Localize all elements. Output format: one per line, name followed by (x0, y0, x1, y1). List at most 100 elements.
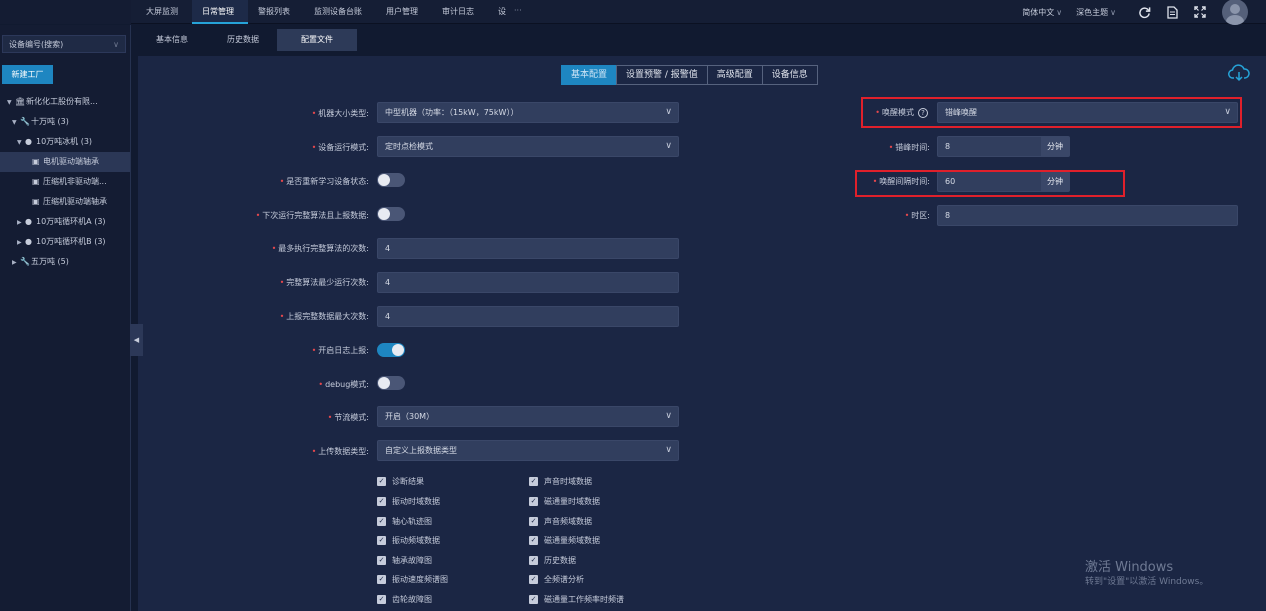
checkbox-diagnosis-result[interactable]: ✓ 诊断结果 (377, 476, 424, 487)
checkbox-axis-orbit[interactable]: ✓ 轴心轨迹图 (377, 516, 432, 527)
nav-user-management[interactable]: 用户管理 (376, 0, 432, 24)
tab-basic-info[interactable]: 基本信息 (142, 29, 202, 51)
checkbox-full-spectrum[interactable]: ✓ 全频谱分析 (529, 574, 584, 585)
theme-select[interactable]: 深色主题 ∨ (1076, 7, 1130, 18)
nav-big-screen[interactable]: 大屏监测 (136, 0, 192, 24)
theme-value: 深色主题 (1076, 7, 1109, 17)
collapse-sidebar-button[interactable]: ◀ (130, 324, 143, 356)
required-mark: • (318, 380, 324, 389)
required-mark: • (311, 447, 317, 456)
check-icon: ✓ (377, 536, 386, 545)
nav-daily-management[interactable]: 日常管理 (192, 0, 248, 24)
device-subtabs: 基本信息 历史数据 配置文件 (131, 25, 1266, 51)
checkbox-label: 声音时域数据 (544, 477, 592, 486)
tab-advanced-config[interactable]: 高级配置 (706, 65, 763, 85)
checkbox-vibration-speed-spectrum[interactable]: ✓ 振动速度频谱图 (377, 574, 448, 585)
next-run-label-text: 下次运行完整算法且上报数据: (262, 211, 369, 220)
nav-device-ledger[interactable]: 监测设备台账 (304, 0, 376, 24)
chevron-down-icon: ∨ (665, 141, 672, 151)
required-mark: • (327, 413, 333, 422)
checkbox-sound-time[interactable]: ✓ 声音时域数据 (529, 476, 592, 487)
checkbox-sound-freq[interactable]: ✓ 声音频域数据 (529, 516, 592, 527)
timezone-input[interactable]: 8 (937, 205, 1238, 226)
relearn-toggle[interactable] (377, 173, 405, 187)
nav-audit-log[interactable]: 审计日志 (432, 0, 488, 24)
tree-node-compressor-drive[interactable]: ▣ 压缩机驱动端轴承 (0, 192, 130, 212)
upload-type-select[interactable]: 自定义上报数据类型 ∨ (377, 440, 679, 461)
tree-node-compressor-nondrive[interactable]: ▣ 压缩机非驱动端... (0, 172, 130, 192)
caret-right-icon[interactable]: ▶ (17, 213, 25, 232)
checkbox-history-data[interactable]: ✓ 历史数据 (529, 555, 576, 566)
tree-node-50k-ton[interactable]: ▶ 🔧五万吨 (5) (0, 252, 130, 272)
tree-node-circulator-a[interactable]: ▶ ● 10万吨循环机A (3) (0, 212, 130, 232)
log-upload-toggle[interactable] (377, 343, 405, 357)
nav-alarm-list[interactable]: 警报列表 (248, 0, 304, 24)
sensor-icon: ▣ (32, 197, 40, 206)
upload-type-label: • 上传数据类型: (312, 446, 369, 457)
relearn-label: • 是否重新学习设备状态: (280, 176, 369, 187)
tree-node-motor-drive-bearing[interactable]: ▣ 电机驱动端轴承 (0, 152, 130, 172)
checkbox-bearing-fault[interactable]: ✓ 轴承故障图 (377, 555, 432, 566)
next-run-toggle[interactable] (377, 207, 405, 221)
tree-node-label: 10万吨循环机A (3) (36, 217, 106, 226)
max-exec-label: • 最多执行完整算法的次数: (272, 243, 369, 254)
tab-device-info[interactable]: 设备信息 (761, 65, 818, 85)
caret-down-icon[interactable]: ▼ (17, 133, 25, 152)
power-save-select[interactable]: 开启（30M） ∨ (377, 406, 679, 427)
highlight-box-wake-mode (861, 97, 1242, 128)
checkbox-label: 轴心轨迹图 (392, 517, 432, 526)
cloud-download-icon[interactable] (1228, 64, 1250, 82)
checkbox-label: 声音频域数据 (544, 517, 592, 526)
required-mark: • (279, 177, 285, 186)
caret-down-icon[interactable]: ▼ (7, 93, 15, 112)
tab-config-file[interactable]: 配置文件 (277, 29, 357, 51)
new-factory-button[interactable]: 新建工厂 (2, 65, 53, 84)
tree-node-company[interactable]: ▼ 🏛新化化工股份有限... (0, 92, 130, 112)
tree-node-100k-ton[interactable]: ▼ 🔧十万吨 (3) (0, 112, 130, 132)
tab-alarm-values[interactable]: 设置预警 / 报警值 (616, 65, 708, 85)
user-avatar[interactable] (1222, 0, 1248, 25)
max-exec-input[interactable]: 4 (377, 238, 679, 259)
checkbox-gear-fault[interactable]: ✓ 齿轮故障图 (377, 594, 432, 605)
log-upload-label: • 开启日志上报: (312, 345, 369, 356)
checkbox-vibration-time[interactable]: ✓ 振动时域数据 (377, 496, 440, 507)
device-group-icon: ● (25, 237, 32, 246)
language-select[interactable]: 简体中文 ∨ (1022, 7, 1076, 18)
check-icon: ✓ (529, 575, 538, 584)
config-tabs: 基本配置 设置预警 / 报警值 高级配置 设备信息 (561, 65, 818, 85)
power-save-label-text: 节流模式: (334, 413, 369, 422)
peak-time-value: 8 (945, 142, 951, 151)
fullscreen-icon[interactable] (1186, 0, 1214, 24)
wrench-icon: 🔧 (20, 257, 30, 266)
debug-toggle[interactable] (377, 376, 405, 390)
tree-node-circulator-b[interactable]: ▶ ● 10万吨循环机B (3) (0, 232, 130, 252)
run-mode-select[interactable]: 定时点检模式 ∨ (377, 136, 679, 157)
checkbox-flux-work-freq[interactable]: ✓ 磁通量工作频率时频谱 (529, 594, 624, 605)
max-upload-input[interactable]: 4 (377, 306, 679, 327)
nav-more-button[interactable]: ··· (508, 0, 528, 24)
caret-right-icon[interactable]: ▶ (17, 233, 25, 252)
peak-time-unit: 分钟 (1041, 137, 1069, 156)
min-run-input[interactable]: 4 (377, 272, 679, 293)
checkbox-vibration-freq[interactable]: ✓ 振动频域数据 (377, 535, 440, 546)
nav-settings-truncated[interactable]: 设 (488, 0, 508, 24)
tree-node-ice-machine[interactable]: ▼ ● 10万吨冰机 (3) (0, 132, 130, 152)
check-icon: ✓ (377, 477, 386, 486)
run-mode-label: • 设备运行模式: (312, 142, 369, 153)
tab-history-data[interactable]: 历史数据 (213, 29, 273, 51)
upload-type-label-text: 上传数据类型: (318, 447, 369, 456)
caret-right-icon[interactable]: ▶ (12, 253, 20, 272)
peak-time-input[interactable]: 8 分钟 (937, 136, 1070, 157)
tab-basic-config[interactable]: 基本配置 (561, 65, 618, 85)
device-search-select[interactable]: 设备编号(搜索) ∨ (2, 35, 126, 53)
machine-size-select[interactable]: 中型机器（功率：（15kW，75kW）） ∨ (377, 102, 679, 123)
checkbox-flux-time[interactable]: ✓ 磁通量时域数据 (529, 496, 600, 507)
required-mark: • (271, 244, 277, 253)
caret-down-icon[interactable]: ▼ (12, 113, 20, 132)
document-icon[interactable] (1158, 0, 1186, 24)
upload-type-value: 自定义上报数据类型 (385, 446, 457, 455)
refresh-icon[interactable] (1130, 0, 1158, 24)
tree-node-label: 新化化工股份有限... (26, 97, 98, 106)
check-icon: ✓ (529, 536, 538, 545)
checkbox-flux-freq[interactable]: ✓ 磁通量频域数据 (529, 535, 600, 546)
